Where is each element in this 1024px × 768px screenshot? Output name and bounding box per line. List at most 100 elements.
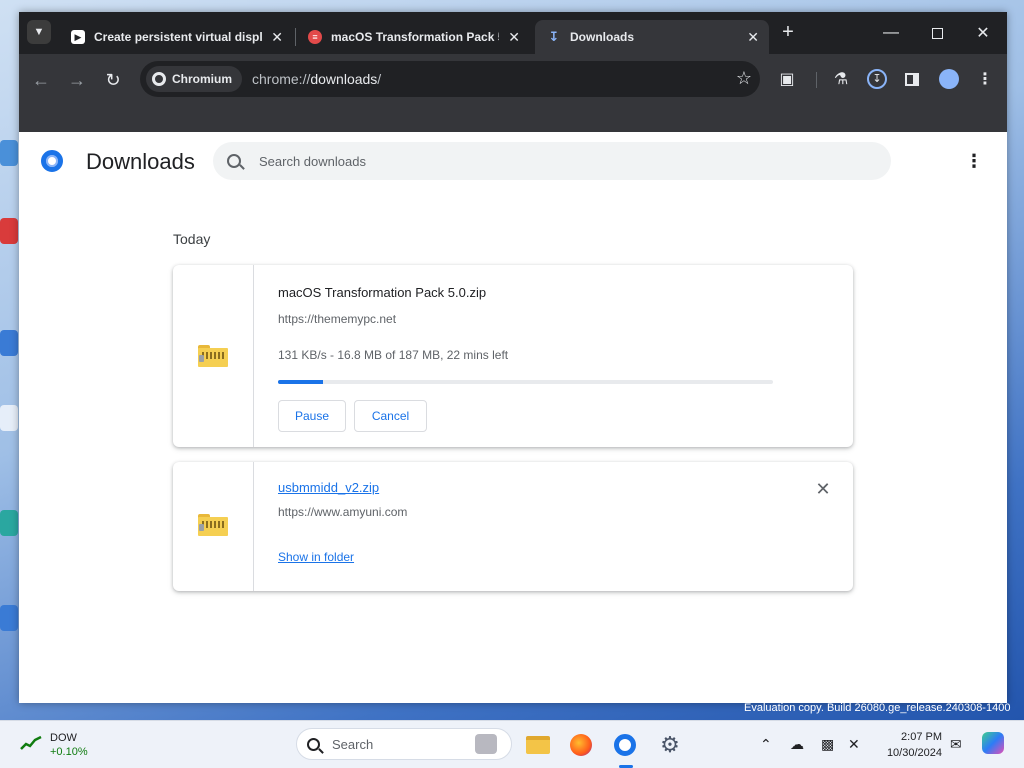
taskbar-search[interactable]: Search [296,728,512,760]
widget-ticker: DOW [50,732,77,744]
tray-overflow-chevron-icon[interactable]: ⌃ [760,736,772,753]
chromium-taskbar-icon[interactable] [610,730,640,760]
folder-glyph [526,736,550,754]
desktop-icon[interactable] [0,510,18,536]
url-scheme: chrome:// [252,71,311,87]
downloads-toolbar-icon[interactable]: ↧ [864,66,890,92]
file-name: macOS Transformation Pack 5.0.zip [278,285,487,300]
chromium-logo-icon [41,150,63,172]
file-source-url[interactable]: https://thememypc.net [278,312,396,326]
network-offline-icon[interactable]: ☁ [790,736,804,753]
stock-chart-icon [20,735,42,750]
reload-button[interactable]: ↻ [99,66,127,94]
file-icon-column [173,462,254,591]
display-icon[interactable]: ▩ [821,736,834,753]
close-icon[interactable]: ✕ [747,29,759,46]
tab-title: Create persistent virtual displa [94,30,262,44]
desktop-icon[interactable] [0,218,18,244]
stock-widget[interactable]: DOW +0.10% [20,731,88,759]
browser-window: ▼ ▶ Create persistent virtual displa ✕ ≡… [19,12,1007,703]
desktop-icon[interactable] [0,330,18,356]
thememypc-favicon: ≡ [308,30,322,44]
clock-date: 10/30/2024 [886,747,942,759]
file-icon-column [173,265,254,447]
address-bar[interactable]: Chromium chrome://downloads/ ☆ [140,61,760,97]
site-info-chip[interactable]: Chromium [146,66,242,92]
side-panel-glyph [905,72,919,86]
volume-muted-icon[interactable]: ✕ [848,736,860,753]
evaluation-watermark: Evaluation copy. Build 26080.ge_release.… [744,702,1011,714]
widget-change: +0.10% [50,746,88,758]
desktop-icon[interactable] [0,140,18,166]
maximize-button[interactable] [914,20,960,46]
chromium-icon [152,72,166,86]
extensions-icon[interactable]: ▣ [774,66,800,92]
settings-gear-icon[interactable]: ⚙ [655,730,685,760]
pause-button[interactable]: Pause [278,400,346,432]
profile-avatar-icon[interactable] [936,66,962,92]
show-in-folder-link[interactable]: Show in folder [278,550,354,564]
forward-button[interactable]: → [63,66,91,94]
url-host: downloads [310,71,378,87]
download-item: macOS Transformation Pack 5.0.zip https:… [173,265,853,447]
tab-downloads[interactable]: ↧ Downloads ✕ [535,20,769,54]
notification-bell-icon[interactable]: ✉ [950,736,962,753]
more-actions-icon[interactable]: ⋮ [965,152,983,172]
desktop-icon[interactable] [0,405,18,431]
date-section-label: Today [173,231,211,247]
firefox-icon[interactable] [566,730,596,760]
toolbar-separator [816,72,817,88]
url-text[interactable]: chrome://downloads/ [252,71,381,87]
tab-title: macOS Transformation Pack 5.0 [331,30,499,44]
avatar [939,69,959,89]
chip-label: Chromium [172,72,232,86]
cancel-button[interactable]: Cancel [354,400,427,432]
bookmark-star-icon[interactable]: ☆ [736,68,752,89]
copilot-glyph [982,732,1004,754]
zip-file-icon [198,514,228,536]
download-favicon: ↧ [548,29,560,44]
virtual-display-favicon: ▶ [71,30,85,44]
tab-virtual-display[interactable]: ▶ Create persistent virtual displa ✕ [59,20,293,54]
close-window-button[interactable]: ✕ [960,20,1006,46]
minimize-button[interactable]: — [868,20,914,46]
start-button[interactable] [255,733,279,757]
download-status: 131 KB/s - 16.8 MB of 187 MB, 22 mins le… [278,348,509,362]
url-path: / [377,71,382,87]
chromium-glyph [614,734,636,756]
new-tab-button[interactable]: + [777,22,799,44]
search-icon [307,737,320,751]
browser-toolbar: ← → ↻ Chromium chrome://downloads/ ☆ ▣ ⚗… [19,54,1007,132]
maximize-icon [931,27,943,39]
side-panel-icon[interactable] [899,66,925,92]
page-title: Downloads [86,149,195,174]
search-box[interactable] [213,142,891,180]
tab-strip: ▼ ▶ Create persistent virtual displa ✕ ≡… [19,12,1007,54]
taskbar: DOW +0.10% Search ⚙ ⌃ ☁ ▩ ✕ 2:07 PM 10/3… [0,720,1024,768]
tab-search-button[interactable]: ▼ [27,20,51,44]
download-item: usbmmidd_v2.zip https://www.amyuni.com S… [173,462,853,591]
close-icon[interactable]: ✕ [508,29,520,46]
clock-time: 2:07 PM [901,731,942,743]
back-button[interactable]: ← [27,66,55,94]
menu-kebab-icon[interactable]: ⋮ [972,66,998,92]
file-name-link[interactable]: usbmmidd_v2.zip [278,480,379,495]
close-icon[interactable]: ✕ [271,29,283,46]
file-explorer-icon[interactable] [523,730,553,760]
taskbar-search-label: Search [332,736,374,752]
system-clock[interactable]: 2:07 PM 10/30/2024 [878,729,942,761]
search-highlight-icon [475,734,497,754]
search-icon [227,154,241,168]
desktop-icon[interactable] [0,605,18,631]
file-source-url[interactable]: https://www.amyuni.com [278,505,407,519]
copilot-icon[interactable] [982,732,1004,754]
firefox-glyph [570,734,592,756]
search-input[interactable] [259,153,819,169]
remove-from-list-icon[interactable]: ✕ [813,479,833,499]
download-progress-bar [278,380,773,384]
downloads-page: Downloads ⋮ Today macOS Transformation P… [19,132,1007,703]
labs-flask-icon[interactable]: ⚗ [828,66,854,92]
chevron-down-icon: ▼ [33,26,45,38]
tab-macos-pack[interactable]: ≡ macOS Transformation Pack 5.0 ✕ [296,20,530,54]
download-progress-ring-icon: ↧ [867,69,887,89]
